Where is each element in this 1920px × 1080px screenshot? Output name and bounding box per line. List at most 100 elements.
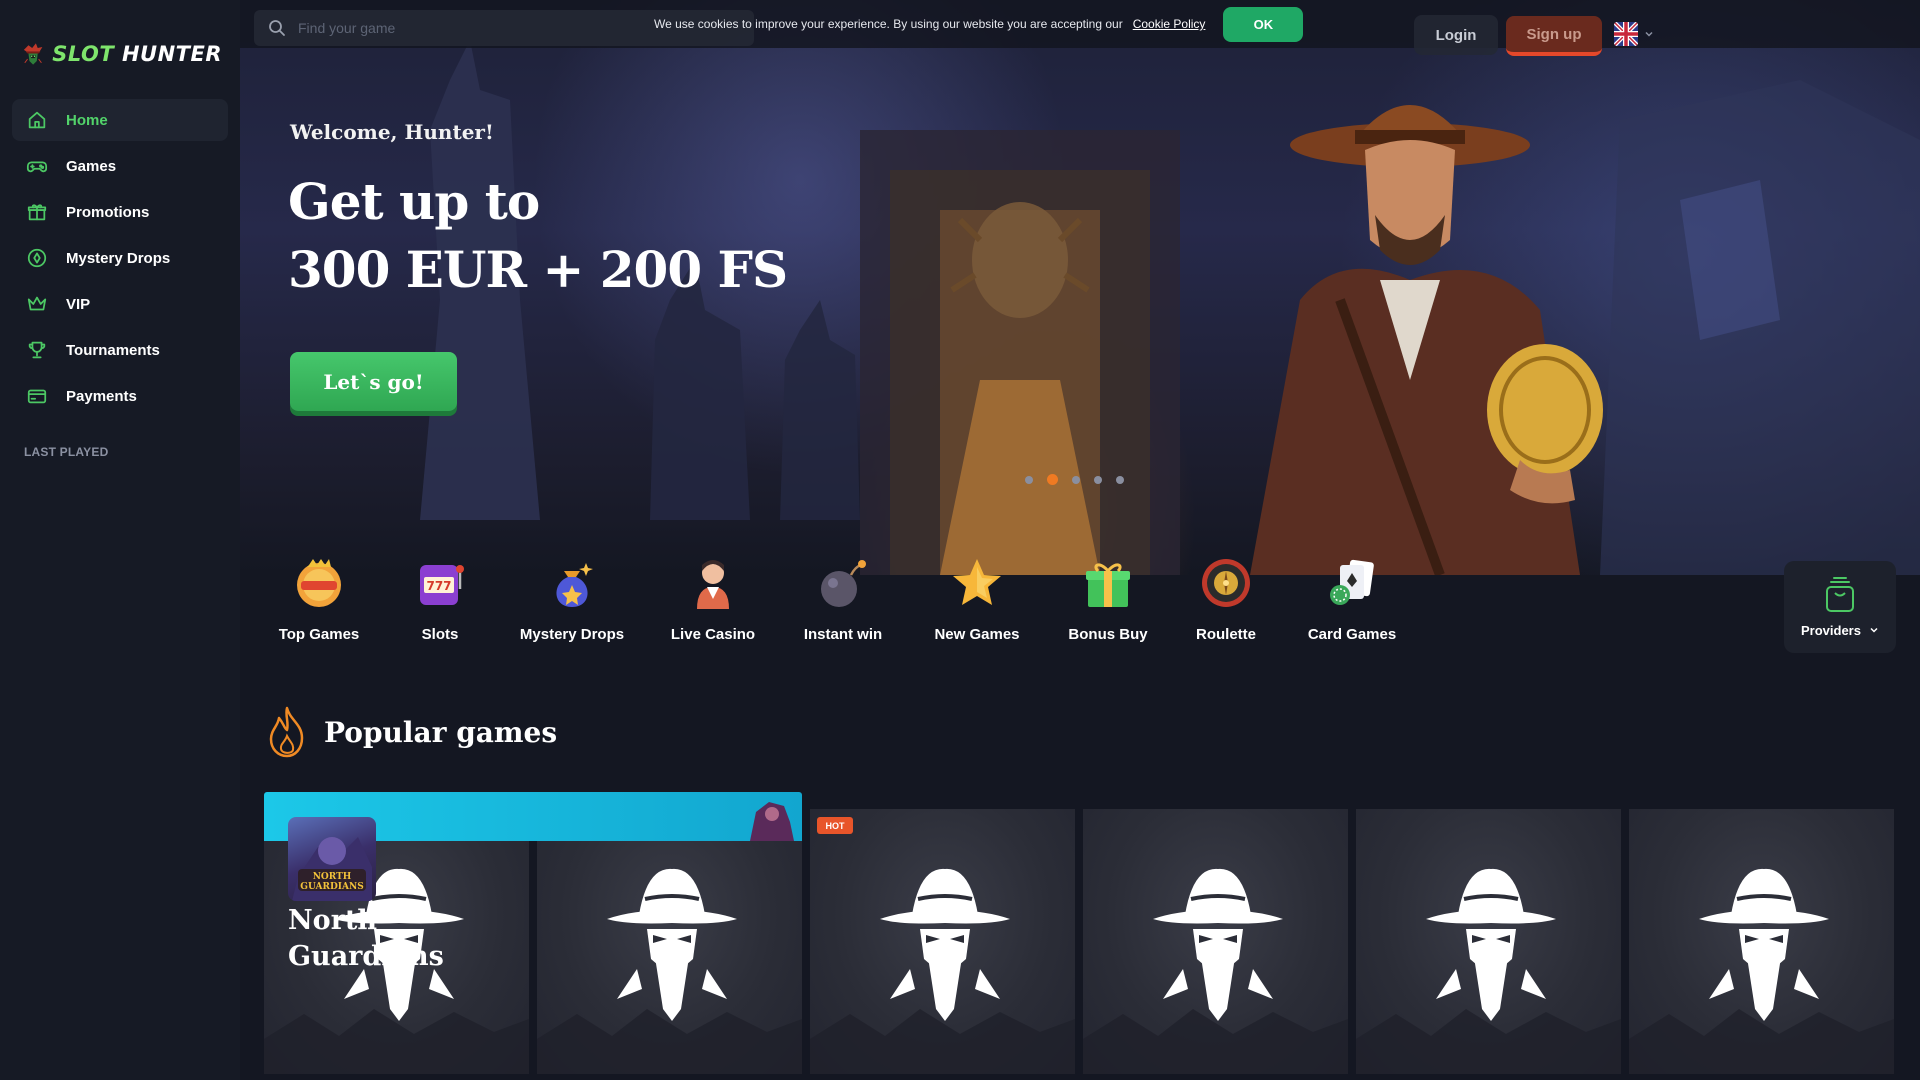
cookie-policy-link[interactable]: Cookie Policy [1133,17,1206,31]
sidebar-item-tournaments[interactable]: Tournaments [12,329,228,371]
category-card-games[interactable]: Card Games [1292,555,1412,643]
category-label: Live Casino [670,626,756,643]
category-bonus-buy[interactable]: Bonus Buy [1048,555,1168,643]
carousel-dot[interactable] [1025,475,1033,484]
gift-box-icon [1086,563,1130,607]
sidebar-item-label: Mystery Drops [66,249,171,267]
category-live-casino[interactable]: Live Casino [653,555,773,643]
sidebar-item-games[interactable]: Games [12,145,228,187]
carousel-dot-active[interactable] [1047,474,1058,485]
chevron-down-icon [1645,31,1653,37]
cookie-banner: We use cookies to improve your experienc… [654,6,1304,42]
money-bag-icon [556,563,593,607]
sidebar-item-promotions[interactable]: Promotions [12,191,228,233]
popular-games-heading: Popular games [266,706,557,758]
sidebar-item-mystery-drops[interactable]: Mystery Drops [12,237,228,279]
cowboy-placeholder-icon [1153,868,1283,1021]
category-label: Instant win [803,626,883,643]
thumb-title-line2: GUARDIANS [300,882,363,892]
game-tile[interactable] [537,809,802,1074]
sidebar: SLOT HUNTER Home Games Promotions Myster… [0,0,240,1080]
card-icon [27,389,47,404]
game-tile[interactable] [810,809,1075,1074]
svg-text:777: 777 [426,579,451,593]
star-icon [953,559,1001,605]
sidebar-item-vip[interactable]: VIP [12,283,228,325]
search-input[interactable] [298,20,678,36]
casino-chip-icon [297,559,341,607]
category-label: New Games [934,626,1020,643]
gamepad-icon [26,161,48,173]
cowboy-placeholder-icon [1426,868,1556,1021]
cowboy-placeholder-icon [880,868,1010,1021]
category-label: Mystery Drops [519,626,625,643]
category-label: Card Games [1307,626,1397,643]
logo-wordmark: SLOT HUNTER [52,42,222,66]
cowboy-placeholder-icon [607,868,737,1021]
game-tile[interactable] [1356,809,1621,1074]
login-button[interactable]: Login [1414,15,1498,55]
dealer-icon [697,560,729,609]
cowboy-placeholder-icon [1699,868,1829,1021]
hero-headline-line1: Get up to [288,172,540,231]
game-tile[interactable] [1629,809,1894,1074]
category-label: Roulette [1196,626,1256,643]
roulette-icon [1202,559,1250,607]
game-tile[interactable] [1083,809,1348,1074]
crown-icon [27,296,47,311]
sidebar-item-label: Tournaments [66,341,160,359]
sidebar-item-label: VIP [66,295,91,313]
category-mystery-drops[interactable]: Mystery Drops [512,555,632,643]
carousel-dot[interactable] [1116,475,1124,484]
providers-label-row: Providers [1801,623,1879,638]
sidebar-item-payments[interactable]: Payments [12,375,228,417]
trophy-icon [28,341,46,359]
site-logo[interactable]: SLOT HUNTER [22,24,222,84]
last-played-heading: LAST PLAYED [24,445,109,459]
mystery-drops-icon [27,248,47,268]
sidebar-item-label: Home [66,111,108,129]
providers-button[interactable]: Providers [1784,561,1896,653]
sidebar-item-home[interactable]: Home [12,99,228,141]
north-guardians-artwork: NORTH GUARDIANS [292,837,372,901]
hot-badge: HOT [817,817,853,834]
category-bar: Top Games 777 Slots Mystery Drops Live C… [240,555,1420,655]
search-icon [269,20,285,36]
category-label: Slots [421,626,459,643]
category-new-games[interactable]: New Games [917,555,1037,643]
uk-flag-icon [1614,22,1638,46]
hunter-logo-icon [23,43,43,65]
sidebar-item-label: Promotions [66,203,150,221]
cards-icon [1330,559,1374,605]
category-roulette[interactable]: Roulette [1166,555,1286,643]
hero-welcome: Welcome, Hunter! [290,120,494,144]
thumb-title-line1: NORTH [313,872,352,882]
chevron-down-icon [1870,627,1878,633]
language-selector[interactable] [1614,22,1654,46]
sidebar-item-label: Payments [66,387,137,405]
hero-carousel-dots [1025,474,1124,485]
hero-headline-line2: 300 EUR + 200 FS [288,240,788,299]
category-instant-win[interactable]: Instant win [783,555,903,643]
featured-game-name: North Guardians [288,905,444,972]
flame-icon [269,706,304,758]
carousel-dot[interactable] [1094,475,1102,484]
carousel-dot[interactable] [1072,475,1080,484]
section-title: Popular games [324,715,558,749]
featured-game-thumbnail[interactable]: NORTH GUARDIANS [288,817,376,901]
hero-cta-button[interactable]: Let`s go! [290,352,457,411]
hero-headline: Get up to 300 EUR + 200 FS [288,168,788,304]
slot-machine-icon: 777 [420,565,464,605]
bomb-icon [821,560,866,607]
cookie-text: We use cookies to improve your experienc… [654,17,1123,31]
signup-button[interactable]: Sign up [1506,16,1602,56]
providers-icon [1826,576,1854,612]
home-icon [28,111,46,129]
category-top-games[interactable]: Top Games [259,555,379,643]
gift-icon [27,204,47,221]
category-slots[interactable]: 777 Slots [380,555,500,643]
category-label: Top Games [278,626,360,643]
category-label: Bonus Buy [1068,626,1148,643]
providers-label: Providers [1801,622,1861,638]
cookie-ok-button[interactable]: OK [1223,6,1304,42]
